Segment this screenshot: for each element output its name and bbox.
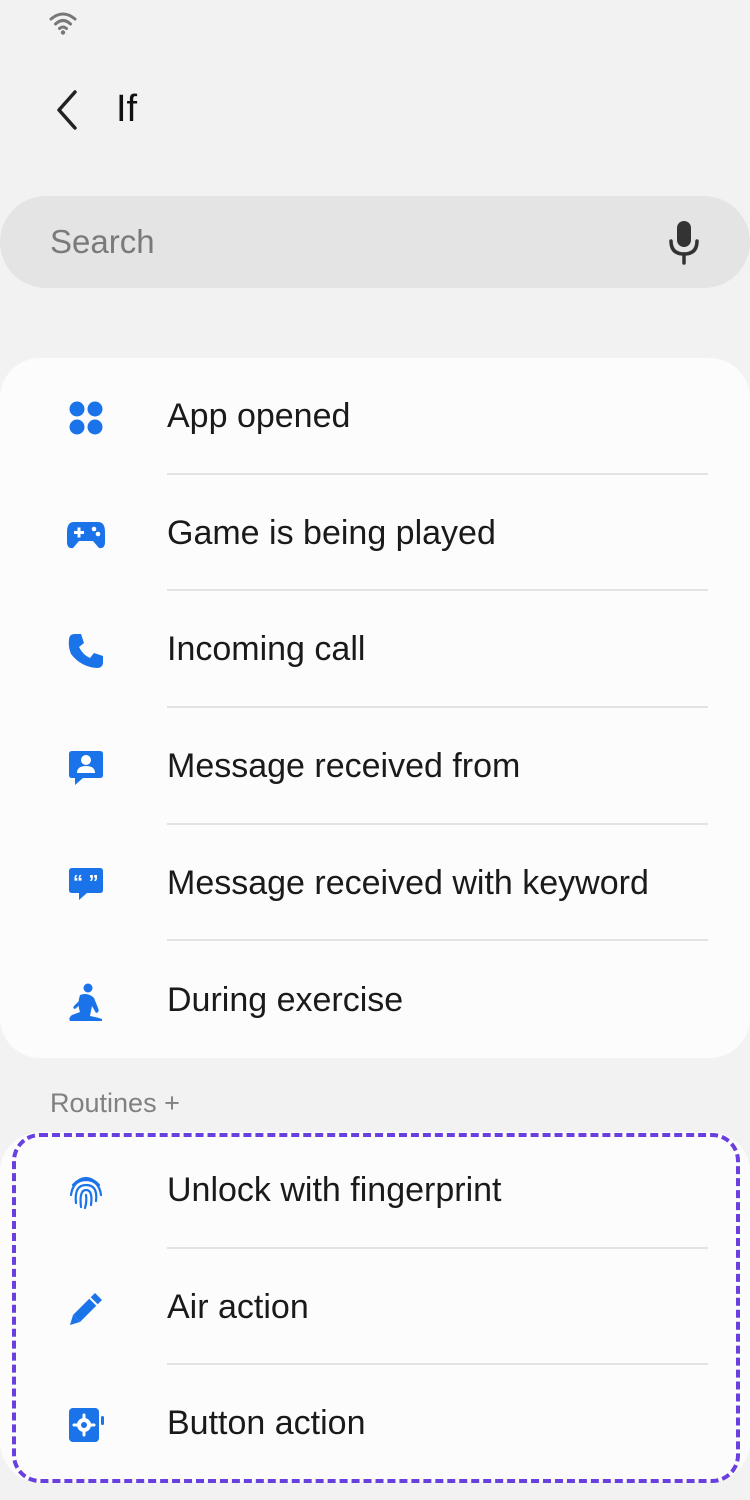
list-item-label: During exercise bbox=[167, 980, 404, 1019]
mic-button[interactable] bbox=[660, 218, 708, 266]
list-item-label: Message received with keyword bbox=[167, 863, 649, 902]
list-item-during-exercise[interactable]: During exercise bbox=[0, 942, 750, 1059]
microphone-icon bbox=[669, 221, 699, 265]
chevron-left-icon bbox=[57, 90, 77, 130]
list-item-button-action[interactable]: Button action bbox=[0, 1365, 750, 1482]
list-item-game-played[interactable]: Game is being played bbox=[0, 475, 750, 592]
contact-message-icon bbox=[64, 746, 108, 790]
search-bar[interactable] bbox=[0, 196, 750, 288]
fingerprint-icon bbox=[64, 1170, 108, 1214]
back-button[interactable] bbox=[36, 80, 96, 140]
svg-text:“ ”: “ ” bbox=[73, 872, 99, 894]
header: If bbox=[0, 70, 750, 150]
screen: If App opened bbox=[0, 0, 750, 1500]
page-title: If bbox=[116, 88, 138, 130]
list-item-label: Message received from bbox=[167, 747, 521, 786]
list-item-message-keyword[interactable]: “ ” Message received with keyword bbox=[0, 825, 750, 942]
list-item-label: Air action bbox=[167, 1287, 309, 1326]
list-item-label: Button action bbox=[167, 1404, 366, 1443]
list-item-label: Unlock with fingerprint bbox=[167, 1171, 502, 1209]
status-bar bbox=[0, 0, 750, 50]
list-item-air-action[interactable]: Air action bbox=[0, 1249, 750, 1366]
list-item-label: App opened bbox=[167, 397, 351, 435]
phone-icon bbox=[64, 629, 108, 673]
routines-plus-list: Unlock with fingerprint Air action Butto… bbox=[0, 1132, 750, 1482]
exercise-icon bbox=[64, 980, 108, 1024]
conditions-list: App opened Game is being played Incoming… bbox=[0, 358, 750, 1058]
button-gear-icon bbox=[64, 1403, 108, 1447]
list-item-label: Game is being played bbox=[167, 513, 496, 552]
gamepad-icon bbox=[64, 513, 108, 557]
wifi-icon bbox=[49, 12, 77, 35]
quote-message-icon: “ ” bbox=[64, 863, 108, 907]
list-item-app-opened[interactable]: App opened bbox=[0, 358, 750, 475]
list-item-incoming-call[interactable]: Incoming call bbox=[0, 591, 750, 709]
list-item-unlock-fingerprint[interactable]: Unlock with fingerprint bbox=[0, 1132, 750, 1249]
list-item-message-from[interactable]: Message received from bbox=[0, 708, 750, 825]
list-item-label: Incoming call bbox=[167, 630, 366, 669]
pen-icon bbox=[64, 1287, 108, 1331]
section-header-routines-plus: Routines + bbox=[50, 1088, 180, 1118]
apps-grid-icon bbox=[64, 396, 108, 440]
search-input[interactable] bbox=[50, 196, 630, 288]
